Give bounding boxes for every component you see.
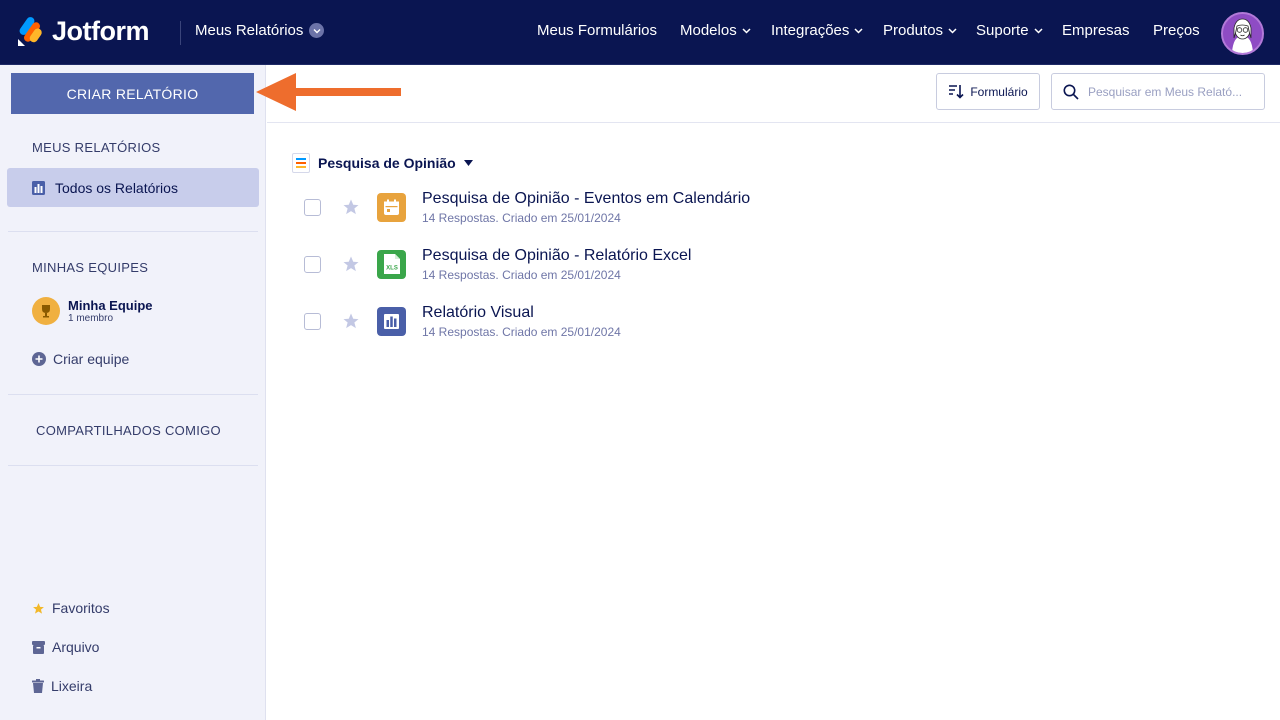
chevron-down-icon: [1034, 27, 1043, 34]
form-group-header[interactable]: Pesquisa de Opinião: [292, 153, 473, 173]
form-group-title: Pesquisa de Opinião: [318, 155, 456, 171]
report-row[interactable]: Relatório Visual 14 Respostas. Criado em…: [304, 299, 621, 343]
star-icon[interactable]: [342, 312, 360, 330]
nav-label: Produtos: [883, 22, 944, 39]
bar-chart-icon: [32, 180, 45, 195]
star-icon: [33, 602, 44, 614]
nav-label: Empresas: [1062, 22, 1130, 39]
chevron-down-icon: [854, 27, 863, 34]
star-icon[interactable]: [342, 255, 360, 273]
row-checkbox[interactable]: [304, 198, 321, 216]
favorites-label: Favoritos: [52, 600, 110, 616]
report-responses: 14 Respostas.: [422, 324, 499, 339]
nav-empresas[interactable]: Empresas: [1062, 22, 1130, 39]
archive-label: Arquivo: [52, 639, 100, 655]
svg-text:XLS: XLS: [386, 266, 398, 272]
page-switcher-label: Meus Relatórios: [195, 22, 304, 39]
sort-label: Formulário: [970, 84, 1028, 99]
create-team-link[interactable]: Criar equipe: [32, 351, 129, 367]
search-input[interactable]: [1088, 84, 1253, 99]
report-title[interactable]: Relatório Visual: [422, 304, 621, 322]
sort-by-form-button[interactable]: Formulário: [936, 73, 1040, 110]
report-meta: 14 Respostas. Criado em 25/01/2024: [422, 325, 621, 339]
sidebar-item-trash[interactable]: Lixeira: [32, 678, 92, 694]
report-meta: 14 Respostas. Criado em 25/01/2024: [422, 268, 691, 282]
report-row[interactable]: XLS Pesquisa de Opinião - Relatório Exce…: [304, 242, 691, 286]
my-teams-section-title: MINHAS EQUIPES: [32, 260, 149, 275]
archive-icon: [32, 640, 45, 654]
user-avatar[interactable]: [1221, 12, 1264, 55]
sidebar-divider: [8, 231, 258, 232]
top-navbar: Jotform Meus Relatórios Meus Formulários…: [0, 0, 1280, 65]
toolbar-divider: [267, 122, 1280, 123]
report-title[interactable]: Pesquisa de Opinião - Eventos em Calendá…: [422, 190, 750, 208]
excel-icon: XLS: [377, 249, 406, 279]
sort-icon: [949, 85, 964, 99]
nav-meus-formularios[interactable]: Meus Formulários: [537, 22, 657, 39]
report-responses: 14 Respostas.: [422, 210, 499, 225]
chevron-down-icon: [742, 27, 751, 34]
sidebar: CRIAR RELATÓRIO MEUS RELATÓRIOS Todos os…: [0, 65, 266, 720]
sidebar-divider: [8, 394, 258, 395]
team-members: 1 membro: [68, 313, 114, 324]
chevron-down-icon: [948, 27, 957, 34]
plus-circle-icon: [32, 352, 46, 366]
team-item[interactable]: Minha Equipe 1 membro: [32, 297, 153, 325]
nav-label: Meus Formulários: [537, 22, 658, 39]
report-row[interactable]: Pesquisa de Opinião - Eventos em Calendá…: [304, 185, 750, 229]
nav-label: Modelos: [680, 22, 737, 39]
nav-label: Integrações: [771, 22, 850, 39]
report-responses: 14 Respostas.: [422, 267, 499, 282]
nav-label: Preços: [1153, 22, 1200, 39]
report-meta: 14 Respostas. Criado em 25/01/2024: [422, 211, 750, 225]
jotform-logo[interactable]: Jotform: [16, 15, 150, 47]
nav-label: Suporte: [976, 22, 1029, 39]
page-switcher[interactable]: Meus Relatórios: [195, 22, 325, 39]
trash-label: Lixeira: [51, 678, 93, 694]
create-report-button[interactable]: CRIAR RELATÓRIO: [11, 73, 254, 114]
row-checkbox[interactable]: [304, 255, 321, 273]
shared-with-me-link[interactable]: COMPARTILHADOS COMIGO: [36, 423, 221, 438]
sidebar-item-all-reports[interactable]: Todos os Relatórios: [7, 168, 259, 207]
sidebar-item-favorites[interactable]: Favoritos: [32, 600, 110, 616]
report-created: Criado em 25/01/2024: [502, 324, 621, 339]
calendar-icon: [377, 192, 406, 222]
trash-icon: [32, 679, 44, 693]
caret-down-icon: [463, 160, 473, 166]
nav-suporte[interactable]: Suporte: [976, 22, 1043, 39]
report-created: Criado em 25/01/2024: [502, 210, 621, 225]
jotform-logo-icon: [18, 17, 42, 46]
create-team-label: Criar equipe: [53, 351, 130, 367]
chevron-down-icon: [309, 23, 325, 38]
header-divider: [180, 21, 181, 45]
sidebar-item-label: Todos os Relatórios: [55, 179, 178, 196]
sidebar-item-archive[interactable]: Arquivo: [32, 639, 99, 655]
orange-arrow-annotation: [256, 73, 401, 111]
my-reports-section-title: MEUS RELATÓRIOS: [32, 140, 161, 155]
form-icon: [292, 153, 310, 173]
nav-produtos[interactable]: Produtos: [883, 22, 957, 39]
search-box[interactable]: [1051, 73, 1265, 110]
star-icon[interactable]: [342, 198, 360, 216]
brand-name: Jotform: [52, 15, 150, 46]
report-created: Criado em 25/01/2024: [502, 267, 621, 282]
avatar-portrait-icon: [1223, 14, 1262, 53]
trophy-icon: [32, 297, 60, 325]
nav-modelos[interactable]: Modelos: [680, 22, 751, 39]
nav-integracoes[interactable]: Integrações: [771, 22, 863, 39]
report-title[interactable]: Pesquisa de Opinião - Relatório Excel: [422, 247, 691, 265]
team-name: Minha Equipe: [68, 298, 153, 313]
search-icon: [1063, 84, 1079, 100]
nav-precos[interactable]: Preços: [1153, 22, 1200, 39]
bar-chart-icon: [377, 306, 406, 336]
sidebar-divider: [8, 465, 258, 466]
row-checkbox[interactable]: [304, 312, 321, 330]
